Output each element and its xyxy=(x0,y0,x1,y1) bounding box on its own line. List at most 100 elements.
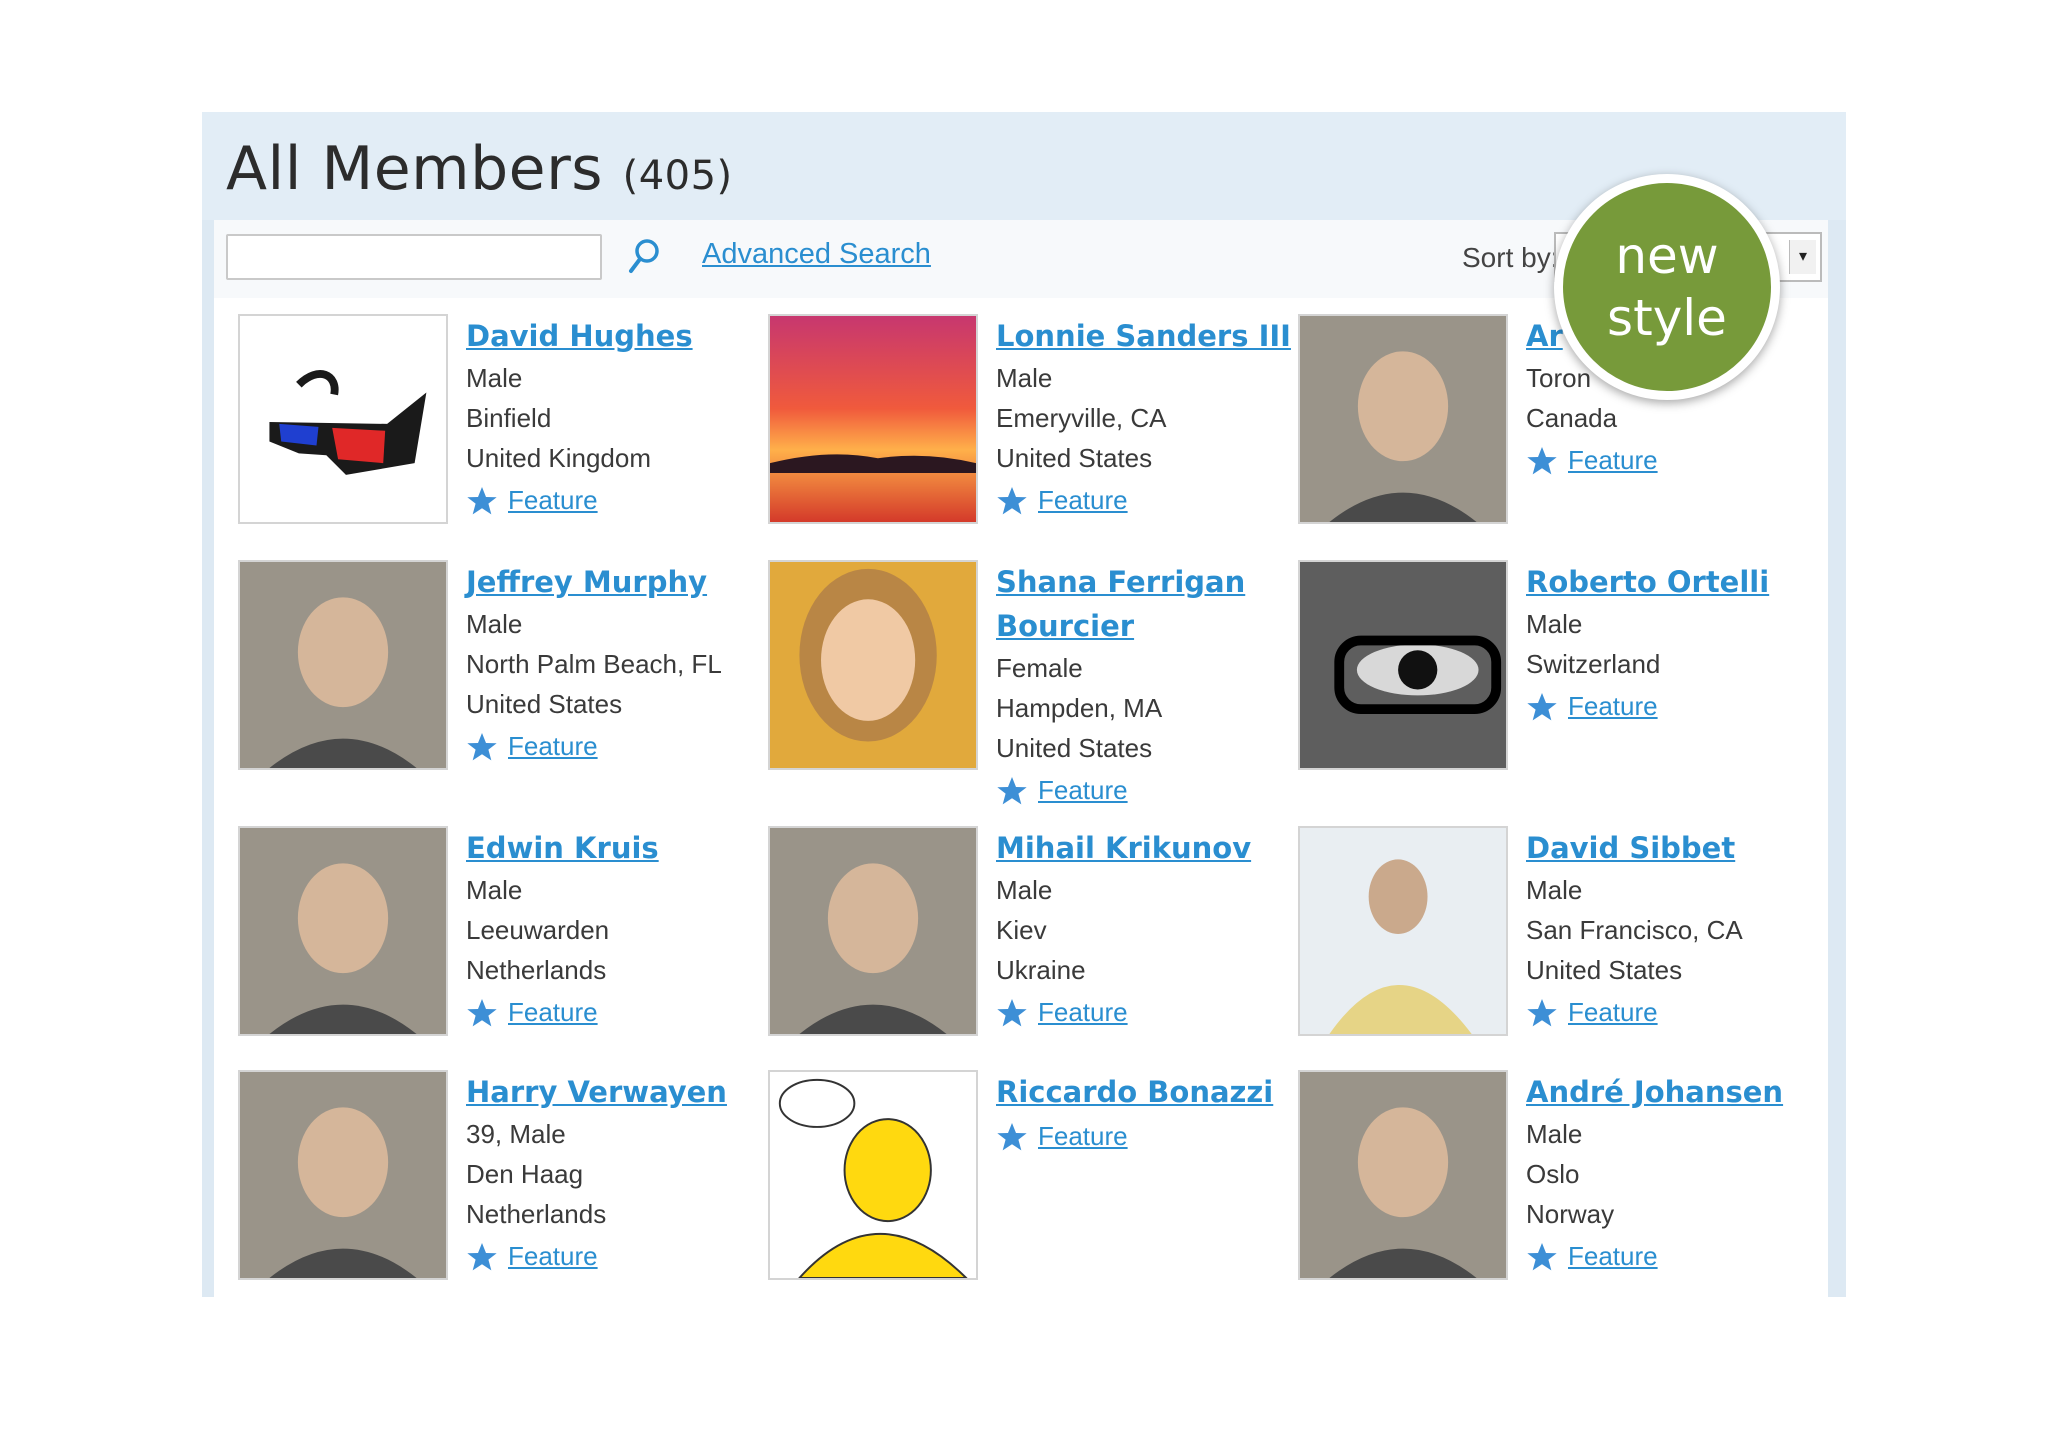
member-card: David Hughes Male Binfield United Kingdom Fe… xyxy=(238,314,768,554)
member-name-link[interactable]: David Sibbet xyxy=(1526,826,1826,870)
feature-label[interactable]: Feature xyxy=(508,1241,598,1272)
3d-glasses-icon xyxy=(240,316,446,522)
member-photo[interactable] xyxy=(1298,826,1508,1036)
star-icon[interactable] xyxy=(1526,691,1558,721)
member-detail: United States xyxy=(1526,955,1683,985)
member-detail: Ukraine xyxy=(996,955,1086,985)
feature-link[interactable]: Feature xyxy=(996,990,1296,1034)
member-photo[interactable] xyxy=(238,826,448,1036)
member-photo[interactable] xyxy=(1298,560,1508,770)
feature-label[interactable]: Feature xyxy=(1568,445,1658,476)
feature-label[interactable]: Feature xyxy=(1038,997,1128,1028)
member-detail: United States xyxy=(996,443,1153,473)
feature-link[interactable]: Feature xyxy=(1526,684,1826,728)
bottom-whitespace xyxy=(0,1297,2048,1447)
member-name-link[interactable]: Edwin Kruis xyxy=(466,826,766,870)
star-icon[interactable] xyxy=(996,1121,1028,1151)
member-name-link[interactable]: Jeffrey Murphy xyxy=(466,560,766,604)
member-detail: Binfield xyxy=(466,403,552,433)
member-photo[interactable] xyxy=(768,560,978,770)
member-photo[interactable] xyxy=(768,826,978,1036)
member-detail: United Kingdom xyxy=(466,443,651,473)
member-detail: 39, Male xyxy=(466,1119,566,1149)
member-name-link[interactable]: Lonnie Sanders III xyxy=(996,314,1296,358)
feature-link[interactable]: Feature xyxy=(996,1114,1296,1158)
member-card: Mihail Krikunov Male Kiev Ukraine Feature xyxy=(768,826,1298,1066)
feature-label[interactable]: Feature xyxy=(508,731,598,762)
feature-link[interactable]: Feature xyxy=(1526,1234,1826,1278)
feature-link[interactable]: Feature xyxy=(466,724,766,768)
page-title-text: All Members xyxy=(226,134,604,204)
member-name-link[interactable]: Shana Ferrigan Bourcier xyxy=(996,560,1296,648)
member-photo[interactable] xyxy=(768,314,978,524)
member-name-link[interactable]: Riccardo Bonazzi xyxy=(996,1070,1296,1114)
member-name-link[interactable]: Harry Verwayen xyxy=(466,1070,766,1114)
member-detail: Male xyxy=(1526,609,1583,639)
member-info: Riccardo Bonazzi Feature xyxy=(996,1070,1296,1158)
member-photo[interactable] xyxy=(238,1070,448,1280)
feature-link[interactable]: Feature xyxy=(1526,990,1826,1034)
star-icon[interactable] xyxy=(1526,445,1558,475)
member-info: Jeffrey Murphy Male North Palm Beach, FL Un… xyxy=(466,560,766,768)
star-icon[interactable] xyxy=(996,997,1028,1027)
member-detail: Canada xyxy=(1526,403,1618,433)
feature-label[interactable]: Feature xyxy=(1568,691,1658,722)
badge-line-1: new xyxy=(1615,227,1719,285)
member-info: Lonnie Sanders III Male Emeryville, CA Unit… xyxy=(996,314,1296,522)
member-detail: Netherlands xyxy=(466,955,607,985)
feature-label[interactable]: Feature xyxy=(508,485,598,516)
member-photo[interactable] xyxy=(1298,314,1508,524)
star-icon[interactable] xyxy=(466,1241,498,1271)
feature-label[interactable]: Feature xyxy=(1038,485,1128,516)
feature-label[interactable]: Feature xyxy=(508,997,598,1028)
feature-link[interactable]: Feature xyxy=(466,478,766,522)
star-icon[interactable] xyxy=(466,731,498,761)
member-name-link[interactable]: Roberto Ortelli xyxy=(1526,560,1826,604)
member-photo[interactable] xyxy=(238,560,448,770)
star-icon[interactable] xyxy=(466,997,498,1027)
star-icon[interactable] xyxy=(996,775,1028,805)
feature-link[interactable]: Feature xyxy=(1526,438,1826,482)
member-detail: Kiev xyxy=(996,915,1047,945)
member-info: David Sibbet Male San Francisco, CA United … xyxy=(1526,826,1826,1034)
member-photo[interactable] xyxy=(238,314,448,524)
member-info: André Johansen Male Oslo Norway Feature xyxy=(1526,1070,1826,1278)
search-input[interactable] xyxy=(226,234,602,280)
feature-link[interactable]: Feature xyxy=(996,478,1296,522)
feature-link[interactable]: Feature xyxy=(466,1234,766,1278)
member-detail: North Palm Beach, FL xyxy=(466,649,722,679)
feature-label[interactable]: Feature xyxy=(1568,997,1658,1028)
member-photo[interactable] xyxy=(1298,1070,1508,1280)
star-icon[interactable] xyxy=(1526,1241,1558,1271)
member-detail: Switzerland xyxy=(1526,649,1661,679)
member-detail: Male xyxy=(1526,875,1583,905)
member-count: (405) xyxy=(622,153,733,199)
man-portrait-photo xyxy=(240,1072,446,1278)
star-icon[interactable] xyxy=(1526,997,1558,1027)
member-card: Riccardo Bonazzi Feature xyxy=(768,1070,1298,1310)
member-photo[interactable] xyxy=(768,1070,978,1280)
advanced-search-link[interactable]: Advanced Search xyxy=(702,238,931,271)
search-icon[interactable] xyxy=(626,236,662,276)
member-detail: San Francisco, CA xyxy=(1526,915,1743,945)
member-detail: Leeuwarden xyxy=(466,915,610,945)
member-info: Shana Ferrigan Bourcier Female Hampden, MA… xyxy=(996,560,1296,812)
member-name-link[interactable]: David Hughes xyxy=(466,314,766,358)
member-name-link[interactable]: André Johansen xyxy=(1526,1070,1826,1114)
man-portrait-photo xyxy=(1300,1072,1506,1278)
star-icon[interactable] xyxy=(996,485,1028,515)
new-style-badge: new style xyxy=(1554,174,1780,400)
cartoon-character-image xyxy=(770,1072,976,1278)
chevron-down-icon[interactable]: ▾ xyxy=(1789,240,1816,274)
feature-label[interactable]: Feature xyxy=(1038,1121,1128,1152)
member-info: Harry Verwayen 39, Male Den Haag Netherland… xyxy=(466,1070,766,1278)
feature-link[interactable]: Feature xyxy=(466,990,766,1034)
feature-label[interactable]: Feature xyxy=(1568,1241,1658,1272)
feature-link[interactable]: Feature xyxy=(996,768,1296,812)
star-icon[interactable] xyxy=(466,485,498,515)
member-detail: Male xyxy=(466,363,523,393)
member-detail: Hampden, MA xyxy=(996,693,1163,723)
member-name-link[interactable]: Mihail Krikunov xyxy=(996,826,1296,870)
members-grid: David Hughes Male Binfield United Kingdom Fe… xyxy=(214,298,1828,1297)
feature-label[interactable]: Feature xyxy=(1038,775,1128,806)
